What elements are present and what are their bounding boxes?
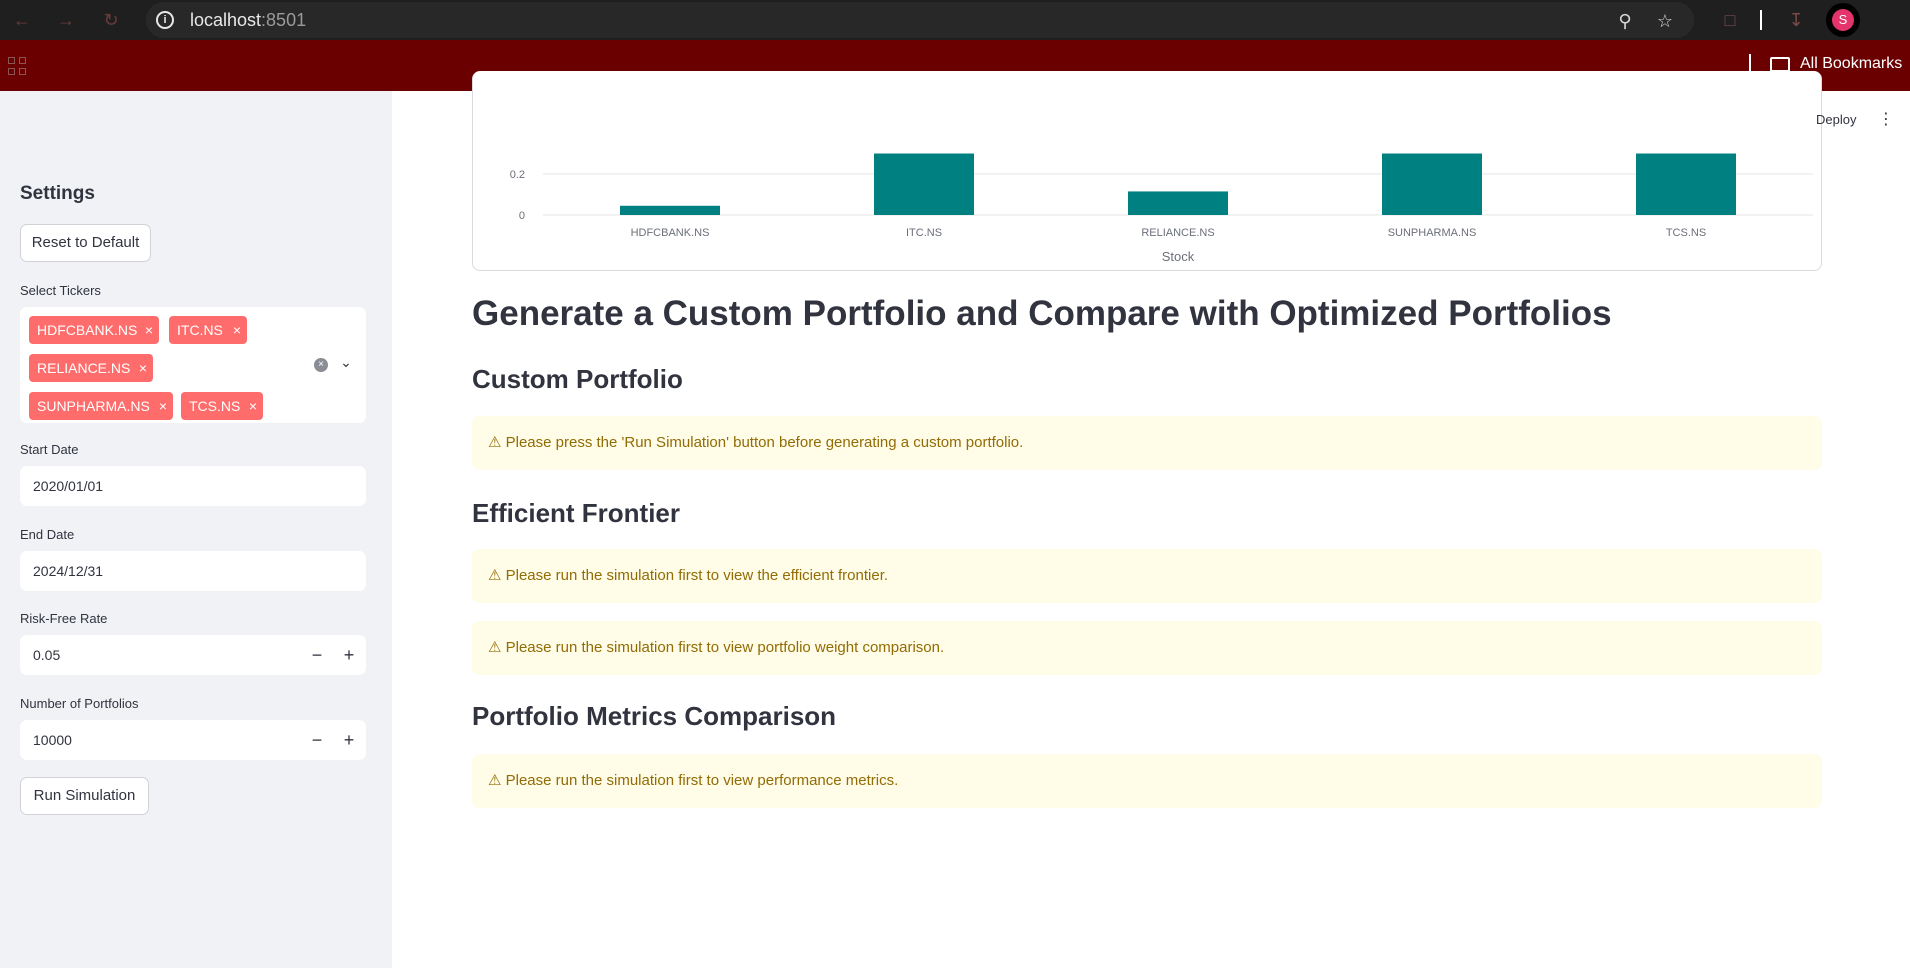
end-date-label: End Date [20,527,75,542]
ticker-chip[interactable]: HDFCBANK.NS × [29,316,159,344]
x-tick-label: HDFCBANK.NS [631,227,710,239]
folder-icon [1770,57,1790,72]
bar-sunpharma-ns [1382,153,1482,215]
zoom-icon[interactable]: ⚲ [1614,10,1636,32]
tickers-label: Select Tickers [20,283,101,298]
efficient-frontier-heading: Efficient Frontier [472,498,681,528]
ticker-chip[interactable]: RELIANCE.NS × [29,354,153,382]
main-content: 0 0.2 HDFCBANK.NS ITC.NS RELIANCE.NS SUNPHARM… [392,71,1910,968]
reload-icon[interactable]: ↻ [99,8,123,32]
reset-default-button[interactable]: Reset to Default [20,224,151,262]
sidebar: Settings Reset to Default Select Tickers… [0,91,392,968]
url-text[interactable]: localhost:8501 [190,10,306,31]
decrement-button[interactable]: − [302,720,332,760]
x-tick-label: ITC.NS [906,227,942,239]
ticker-chip[interactable]: TCS.NS × [181,392,263,420]
start-date-input[interactable]: 2020/01/01 [20,466,366,506]
chevron-down-icon[interactable]: ⌄ [338,352,354,372]
toolbar-divider [1760,10,1762,30]
browser-toolbar: ← → ↻ i localhost:8501 ⚲ ☆ □ ↧ S [0,0,1910,40]
num-portfolios-label: Number of Portfolios [20,696,139,711]
chip-remove-icon[interactable]: × [139,354,147,382]
chip-remove-icon[interactable]: × [145,316,153,344]
weights-warning-alert: ⚠ Please run the simulation first to vie… [472,621,1822,675]
x-tick-label: SUNPHARMA.NS [1388,227,1477,239]
bar-reliance-ns [1128,191,1228,215]
chip-remove-icon[interactable]: × [233,316,241,344]
increment-button[interactable]: + [334,720,364,760]
x-axis-label: Stock [1162,249,1195,264]
ticker-chip[interactable]: SUNPHARMA.NS × [29,392,173,420]
deploy-button[interactable]: Deploy [1816,112,1856,127]
extensions-icon[interactable]: □ [1718,8,1742,32]
run-simulation-button[interactable]: Run Simulation [20,777,149,815]
risk-free-label: Risk-Free Rate [20,611,108,626]
bookmark-star-icon[interactable]: ☆ [1654,10,1676,32]
frontier-warning-alert: ⚠ Please run the simulation first to vie… [472,549,1822,603]
decrement-button[interactable]: − [302,635,332,675]
more-options-icon[interactable]: ⋮ [1878,109,1894,131]
bar-itc-ns [874,153,974,215]
y-tick-label: 0.2 [510,169,525,181]
y-tick-label: 0 [519,210,525,222]
weights-chart-card: 0 0.2 HDFCBANK.NS ITC.NS RELIANCE.NS SUNPHARM… [472,71,1822,271]
ticker-chip[interactable]: ITC.NS × [169,316,247,344]
tickers-multiselect[interactable]: HDFCBANK.NS × ITC.NS × RELIANCE.NS × SUNPHA… [20,307,366,423]
end-date-input[interactable]: 2024/12/31 [20,551,366,591]
bar-tcs-ns [1636,153,1736,215]
custom-warning-alert: ⚠ Please press the 'Run Simulation' butt… [472,416,1822,470]
custom-portfolio-heading: Custom Portfolio [472,364,683,394]
start-date-label: Start Date [20,442,79,457]
num-portfolios-input[interactable]: 10000 − + [20,720,366,760]
clear-all-icon[interactable]: × [314,358,328,372]
metrics-heading: Portfolio Metrics Comparison [472,701,837,731]
x-tick-label: TCS.NS [1666,227,1706,239]
profile-avatar[interactable]: S [1826,3,1860,37]
increment-button[interactable]: + [334,635,364,675]
weights-bar-chart: 0 0.2 HDFCBANK.NS ITC.NS RELIANCE.NS SUNPHARM… [510,153,1813,264]
site-info-icon[interactable]: i [156,11,174,29]
bar-hdfcbank-ns [620,205,720,215]
sidebar-title: Settings [20,183,95,204]
x-tick-label: RELIANCE.NS [1141,227,1214,239]
apps-grid-icon[interactable] [8,57,28,77]
back-icon[interactable]: ← [10,8,34,32]
risk-free-input[interactable]: 0.05 − + [20,635,366,675]
chip-remove-icon[interactable]: × [159,392,167,420]
metrics-warning-alert: ⚠ Please run the simulation first to vie… [472,754,1822,808]
forward-icon[interactable]: → [54,8,78,32]
address-bar[interactable]: i localhost:8501 ⚲ ☆ [146,2,1694,38]
chip-remove-icon[interactable]: × [249,392,257,420]
download-icon[interactable]: ↧ [1784,8,1808,32]
page-title: Generate a Custom Portfolio and Compare … [472,294,1612,333]
